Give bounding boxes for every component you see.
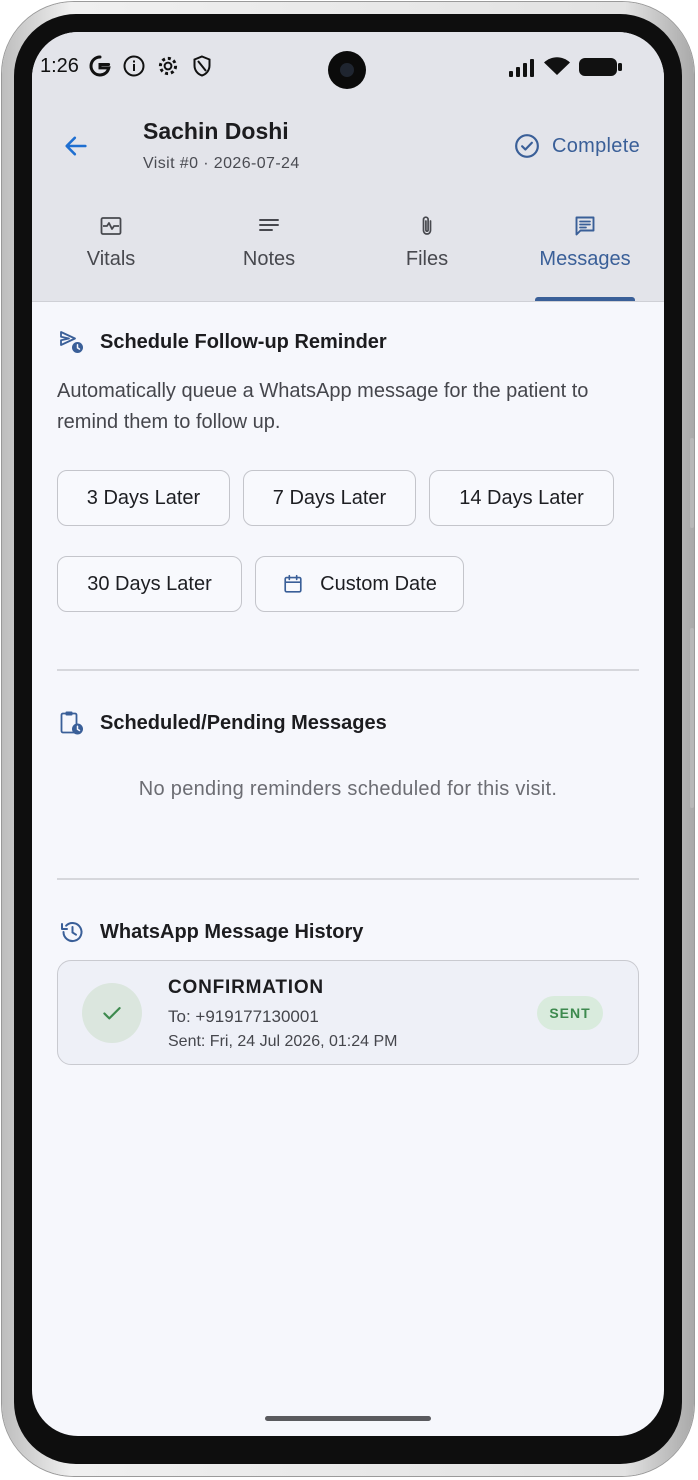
- reminder-title: Schedule Follow-up Reminder: [100, 330, 387, 353]
- message-type: CONFIRMATION: [168, 977, 324, 998]
- back-button[interactable]: [54, 124, 98, 168]
- tab-bar: Vitals Notes Files Messages: [32, 204, 664, 301]
- pending-title: Scheduled/Pending Messages: [100, 711, 387, 734]
- signal-icon: [509, 59, 534, 77]
- tab-messages[interactable]: Messages: [506, 204, 664, 301]
- paperclip-icon: [422, 216, 432, 235]
- home-indicator[interactable]: [265, 1416, 431, 1421]
- app-screen: 1:26 Sachin Doshi Visit #0 · 2026-07-24 …: [32, 32, 664, 1436]
- chip-label: 30 Days Later: [87, 572, 212, 595]
- reminder-description: Automatically queue a WhatsApp message f…: [57, 380, 589, 433]
- reminder-section-header: Schedule Follow-up Reminder: [58, 328, 387, 356]
- section-divider: [57, 669, 639, 671]
- chip-label: 14 Days Later: [459, 486, 584, 509]
- status-time: 1:26: [40, 55, 79, 77]
- patient-name: Sachin Doshi: [143, 118, 289, 144]
- power-button: [690, 628, 694, 808]
- complete-label: Complete: [552, 134, 640, 157]
- chip-label: 7 Days Later: [272, 486, 387, 509]
- pending-empty-text: No pending reminders scheduled for this …: [138, 778, 558, 800]
- wifi-icon: [544, 57, 570, 75]
- header-area: 1:26 Sachin Doshi Visit #0 · 2026-07-24 …: [32, 32, 664, 301]
- tab-label: Notes: [242, 248, 296, 270]
- check-circle-icon: [515, 134, 539, 158]
- history-icon: [61, 922, 83, 942]
- message-icon: [575, 216, 595, 236]
- check-icon: [103, 1007, 121, 1020]
- complete-button[interactable]: Complete: [514, 130, 640, 162]
- vitals-icon: [100, 217, 122, 235]
- header-divider: [32, 301, 664, 302]
- custom-date-button[interactable]: Custom Date: [255, 556, 464, 612]
- battery-icon: [579, 58, 622, 76]
- info-icon: [123, 55, 145, 77]
- message-recipient: To: +919177130001: [168, 1007, 319, 1026]
- section-divider: [57, 878, 639, 880]
- tab-files[interactable]: Files: [348, 204, 506, 301]
- status-avatar: [82, 983, 142, 1043]
- chip-label: Custom Date: [320, 572, 437, 595]
- tab-label: Vitals: [86, 248, 136, 270]
- status-badge: SENT: [537, 996, 603, 1030]
- history-section-header: WhatsApp Message History: [58, 918, 363, 946]
- reminder-7-days-button[interactable]: 7 Days Later: [243, 470, 416, 526]
- pending-section-header: Scheduled/Pending Messages: [58, 709, 387, 737]
- settings-gear-icon: [158, 56, 178, 76]
- shield-icon: [193, 55, 211, 77]
- tab-vitals[interactable]: Vitals: [32, 204, 190, 301]
- visit-info: Visit #0 · 2026-07-24: [143, 155, 300, 172]
- message-history-item[interactable]: CONFIRMATION To: +919177130001 Sent: Fri…: [57, 960, 639, 1065]
- schedule-send-icon: [60, 331, 83, 353]
- reminder-3-days-button[interactable]: 3 Days Later: [57, 470, 230, 526]
- google-icon: [89, 55, 111, 77]
- front-camera: [328, 51, 366, 89]
- calendar-icon: [284, 574, 302, 593]
- volume-button: [690, 438, 694, 528]
- notes-icon: [259, 219, 279, 231]
- reminder-30-days-button[interactable]: 30 Days Later: [57, 556, 242, 612]
- status-bar: 1:26: [32, 32, 664, 102]
- back-arrow-icon: [65, 136, 87, 156]
- pending-clipboard-icon: [60, 711, 83, 735]
- tab-notes[interactable]: Notes: [190, 204, 348, 301]
- message-sent-time: Sent: Fri, 24 Jul 2026, 01:24 PM: [168, 1033, 398, 1050]
- history-title: WhatsApp Message History: [100, 920, 364, 943]
- reminder-14-days-button[interactable]: 14 Days Later: [429, 470, 614, 526]
- chip-label: 3 Days Later: [86, 486, 201, 509]
- tab-label: Messages: [539, 248, 631, 270]
- tab-label: Files: [405, 248, 449, 270]
